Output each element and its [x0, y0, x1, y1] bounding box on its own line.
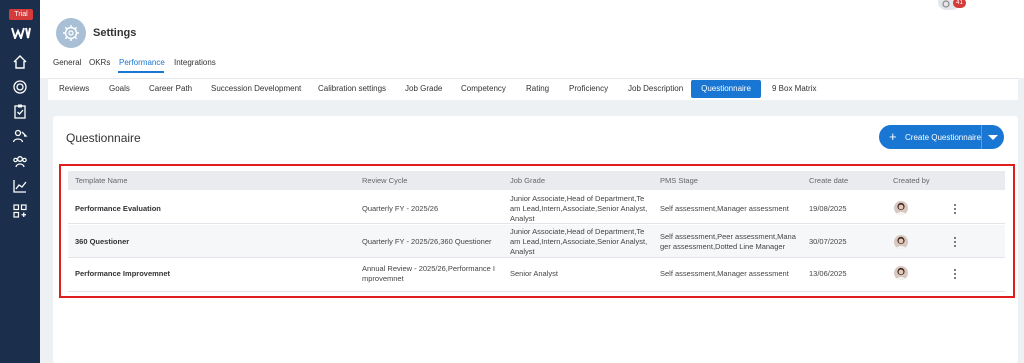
subtab-competency[interactable]: Competency	[461, 84, 506, 93]
subtab-questionnaire-label: Questionnaire	[701, 84, 751, 93]
team-icon[interactable]	[12, 153, 28, 169]
settings-avatar	[56, 18, 86, 48]
subtab-reviews[interactable]: Reviews	[59, 84, 89, 93]
subtab-goals[interactable]: Goals	[109, 84, 130, 93]
subtab-calibration-settings[interactable]: Calibration settings	[318, 84, 386, 93]
subtab-job-description[interactable]: Job Description	[628, 84, 683, 93]
section-title: Questionnaire	[66, 131, 141, 145]
tab-integrations[interactable]: Integrations	[174, 58, 216, 67]
page-title: Settings	[93, 27, 137, 39]
trial-badge: Trial	[9, 9, 33, 20]
apps-icon[interactable]	[12, 203, 28, 219]
highlight-frame	[59, 164, 1015, 298]
subtab-succession-development[interactable]: Succession Development	[211, 84, 301, 93]
create-questionnaire-label: Create Questionnaire	[905, 133, 982, 142]
button-divider	[981, 125, 982, 149]
active-tab-indicator	[118, 71, 164, 73]
gear-icon	[63, 25, 79, 41]
subtab-questionnaire[interactable]: Questionnaire	[691, 80, 761, 98]
subtab-9-box-matrix[interactable]: 9 Box Matrix	[772, 84, 816, 93]
notification-count-badge: 41	[953, 0, 966, 8]
tab-general[interactable]: General	[53, 58, 81, 67]
tab-okrs[interactable]: OKRs	[89, 58, 110, 67]
clipboard-icon[interactable]	[12, 103, 28, 119]
chevron-down-icon[interactable]	[988, 135, 998, 140]
subtab-proficiency[interactable]: Proficiency	[569, 84, 608, 93]
app-logo-icon[interactable]	[11, 27, 31, 39]
subtab-job-grade[interactable]: Job Grade	[405, 84, 442, 93]
chart-icon[interactable]	[12, 178, 28, 194]
home-icon[interactable]	[12, 54, 28, 70]
user-assign-icon[interactable]	[12, 128, 28, 144]
target-icon[interactable]	[12, 79, 28, 95]
subtab-rating[interactable]: Rating	[526, 84, 549, 93]
subtab-career-path[interactable]: Career Path	[149, 84, 192, 93]
tab-performance[interactable]: Performance	[119, 58, 165, 67]
plus-icon: +	[889, 129, 897, 144]
